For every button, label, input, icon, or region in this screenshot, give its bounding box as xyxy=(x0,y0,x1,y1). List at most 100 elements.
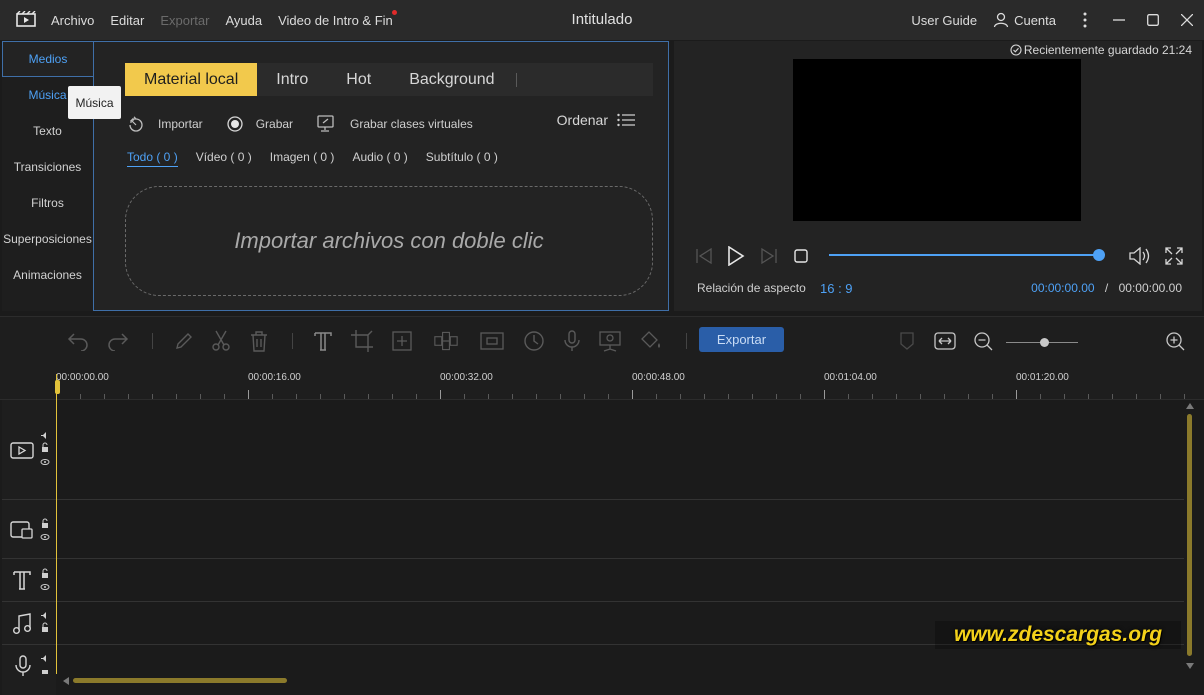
import-dropzone[interactable]: Importar archivos con doble clic xyxy=(125,186,653,296)
scroll-left-icon[interactable] xyxy=(62,677,70,685)
text-tool-button[interactable] xyxy=(311,329,335,353)
export-button[interactable]: Exportar xyxy=(699,327,784,352)
app-logo-icon xyxy=(16,11,36,27)
screen-record-icon xyxy=(317,115,334,132)
vertical-scrollbar[interactable] xyxy=(1187,414,1192,656)
delete-button[interactable] xyxy=(247,329,271,353)
stop-icon[interactable] xyxy=(794,249,808,263)
filter-audio[interactable]: Audio ( 0 ) xyxy=(352,150,407,167)
track-controls-icon[interactable] xyxy=(40,568,50,592)
close-button[interactable] xyxy=(1170,0,1204,40)
undo-icon xyxy=(67,333,88,351)
tab-material-local[interactable]: Material local xyxy=(125,63,258,96)
track-controls-icon[interactable] xyxy=(40,518,50,542)
text-track-header xyxy=(2,559,56,601)
record-button[interactable]: Grabar xyxy=(227,116,293,132)
next-frame-icon[interactable] xyxy=(760,248,778,264)
timeline-ruler[interactable]: 00:00:00.00 00:00:16.00 00:00:32.00 00:0… xyxy=(0,366,1204,400)
account-button[interactable]: Cuenta xyxy=(993,12,1056,28)
speed-button[interactable] xyxy=(522,329,546,353)
video-preview[interactable] xyxy=(793,59,1081,221)
playhead-handle[interactable] xyxy=(55,380,60,394)
tab-background[interactable]: Background xyxy=(390,63,513,96)
screenshot-button[interactable] xyxy=(598,329,622,353)
save-status: Recientemente guardado 21:24 xyxy=(1010,43,1192,57)
filter-imagen[interactable]: Imagen ( 0 ) xyxy=(270,150,335,167)
playhead[interactable] xyxy=(56,374,57,674)
sidebar-item-filtros[interactable]: Filtros xyxy=(2,185,93,221)
previous-frame-icon[interactable] xyxy=(695,248,713,264)
edit-button[interactable] xyxy=(172,329,196,353)
marker-button[interactable] xyxy=(895,329,919,353)
maximize-icon xyxy=(1147,14,1159,26)
split-screen-button[interactable] xyxy=(434,329,458,353)
menu-editar[interactable]: Editar xyxy=(110,13,144,28)
zoom-out-button[interactable] xyxy=(971,329,995,353)
import-button[interactable]: Importar xyxy=(127,116,203,132)
overlay-track[interactable] xyxy=(2,500,1184,559)
play-icon[interactable] xyxy=(727,246,745,266)
text-track[interactable] xyxy=(2,559,1184,602)
aspect-ratio-value[interactable]: 16 : 9 xyxy=(820,281,853,296)
zoom-slider-knob[interactable] xyxy=(1040,338,1049,347)
video-track[interactable] xyxy=(2,400,1184,500)
fit-timeline-button[interactable] xyxy=(933,329,957,353)
zoom-in-button[interactable] xyxy=(1163,329,1187,353)
user-guide-link[interactable]: User Guide xyxy=(911,13,977,28)
minimize-button[interactable] xyxy=(1102,0,1136,40)
redo-button[interactable] xyxy=(106,329,130,353)
crop-button[interactable] xyxy=(350,329,374,353)
aspect-ratio-label: Relación de aspecto xyxy=(697,281,806,295)
filter-video[interactable]: Vídeo ( 0 ) xyxy=(196,150,252,167)
sort-label: Ordenar xyxy=(556,112,608,128)
track-controls-icon[interactable] xyxy=(40,611,50,635)
sidebar-item-superposiciones[interactable]: Superposiciones xyxy=(2,221,93,257)
microphone-track-icon xyxy=(15,655,31,676)
time-separator: / xyxy=(1104,281,1109,295)
tooltip: Música xyxy=(68,86,121,119)
maximize-button[interactable] xyxy=(1136,0,1170,40)
sidebar-item-transiciones[interactable]: Transiciones xyxy=(2,149,93,185)
microphone-icon xyxy=(564,330,580,351)
playback-controls xyxy=(674,244,1202,268)
menu-bar: Archivo Editar Exportar Ayuda Video de I… xyxy=(51,0,409,40)
toolbar-divider xyxy=(152,333,153,349)
cut-button[interactable] xyxy=(209,329,233,353)
split-screen-icon xyxy=(434,331,458,351)
record-classes-button[interactable]: Grabar clases virtuales xyxy=(317,115,473,133)
voice-track[interactable] xyxy=(2,645,1184,695)
undo-button[interactable] xyxy=(66,329,90,353)
text-icon xyxy=(314,332,332,351)
menu-intro-fin[interactable]: Video de Intro & Fin xyxy=(278,9,397,28)
ruler-label: 00:00:16.00 xyxy=(248,372,301,383)
playback-progress-bar[interactable] xyxy=(829,254,1099,256)
ruler-label: 00:00:48.00 xyxy=(632,372,685,383)
tab-intro[interactable]: Intro xyxy=(257,63,327,96)
mosaic-button[interactable] xyxy=(390,329,414,353)
track-controls-icon[interactable] xyxy=(40,654,50,674)
menu-intro-fin-label: Video de Intro & Fin xyxy=(278,12,393,28)
color-fill-button[interactable] xyxy=(639,329,663,353)
volume-icon[interactable] xyxy=(1129,247,1151,265)
media-actions: Importar Grabar Grabar clases virtuales xyxy=(127,114,497,134)
track-controls-icon[interactable] xyxy=(40,431,50,467)
sidebar-item-animaciones[interactable]: Animaciones xyxy=(2,257,93,293)
playback-progress-knob[interactable] xyxy=(1093,249,1105,261)
account-label: Cuenta xyxy=(1014,12,1056,28)
menu-ayuda[interactable]: Ayuda xyxy=(225,13,262,28)
filter-subtitulo[interactable]: Subtítulo ( 0 ) xyxy=(426,150,498,167)
filter-todo[interactable]: Todo ( 0 ) xyxy=(127,150,178,167)
menu-archivo[interactable]: Archivo xyxy=(51,13,94,28)
scroll-up-icon[interactable] xyxy=(1186,402,1194,410)
sort-button[interactable]: Ordenar xyxy=(557,112,635,128)
horizontal-scrollbar[interactable] xyxy=(73,678,287,683)
more-options-button[interactable] xyxy=(1068,0,1102,40)
mosaic-icon xyxy=(392,331,412,351)
tab-hot[interactable]: Hot xyxy=(327,63,390,96)
fullscreen-icon[interactable] xyxy=(1165,247,1183,265)
voiceover-button[interactable] xyxy=(560,329,584,353)
frame-button[interactable] xyxy=(480,329,504,353)
sidebar-item-medios[interactable]: Medios xyxy=(2,41,93,77)
media-tabs: Material local Intro Hot Background xyxy=(125,63,653,96)
scroll-down-icon[interactable] xyxy=(1186,662,1194,670)
